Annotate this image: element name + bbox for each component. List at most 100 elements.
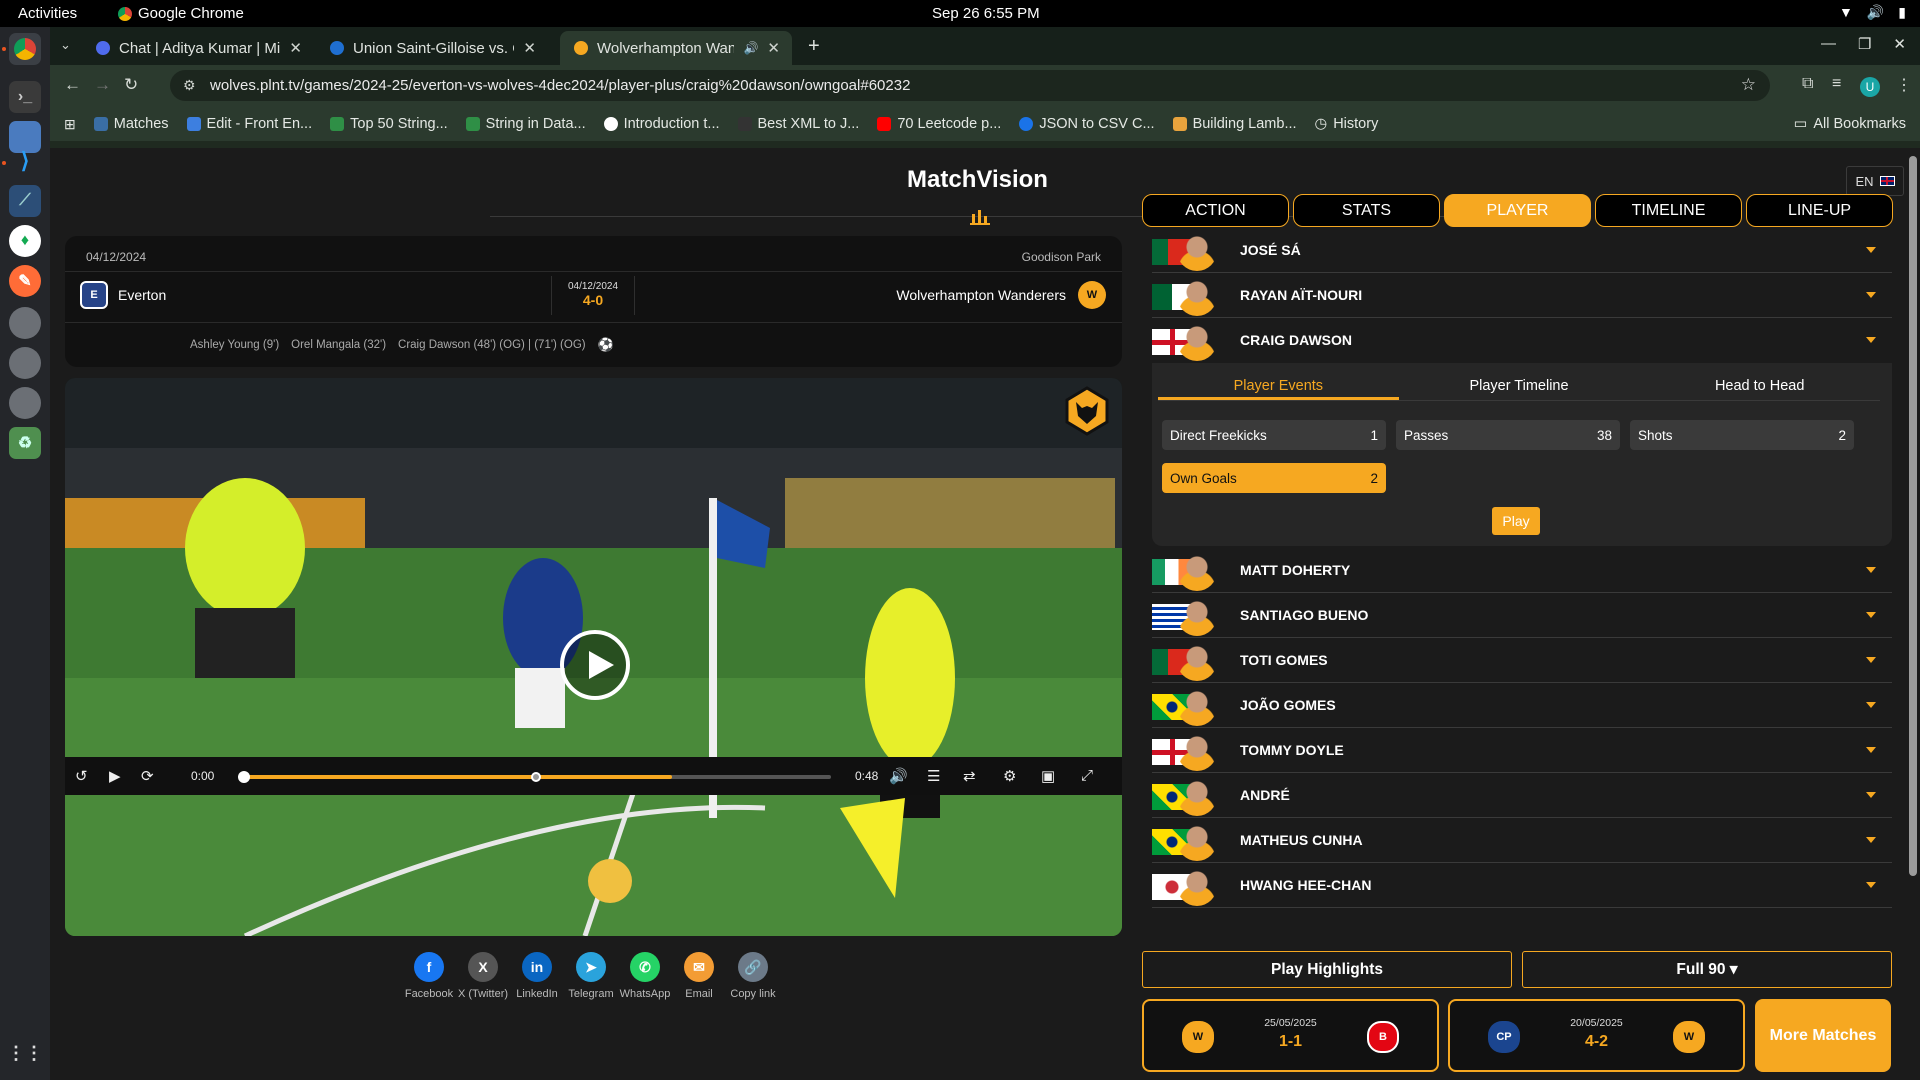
- address-bar[interactable]: ⚙ wolves.plnt.tv/games/2024-25/everton-v…: [170, 70, 1770, 101]
- new-tab-button[interactable]: +: [808, 35, 820, 58]
- stat-shots[interactable]: Shots 2: [1630, 420, 1854, 450]
- browser-tab-active[interactable]: Wolverhampton Wan 🔊 ✕: [560, 31, 792, 65]
- tab-action[interactable]: ACTION: [1142, 194, 1289, 227]
- share-telegram[interactable]: ➤ Telegram: [564, 952, 618, 1000]
- media-icon[interactable]: ≡: [1832, 75, 1841, 93]
- settings-icon[interactable]: ⚙: [1003, 767, 1016, 785]
- player-row[interactable]: ANDRÉ: [1152, 773, 1892, 818]
- player-row[interactable]: JOÃO GOMES: [1152, 683, 1892, 728]
- minimize-icon[interactable]: —: [1821, 35, 1836, 53]
- profile-avatar[interactable]: U: [1860, 77, 1880, 97]
- bookmark-item[interactable]: ◷ History: [1315, 116, 1379, 132]
- tab-stats[interactable]: STATS: [1293, 194, 1440, 227]
- all-bookmarks-button[interactable]: ▭ All Bookmarks: [1794, 116, 1906, 132]
- full-90-dropdown[interactable]: Full 90 ▾: [1522, 951, 1892, 988]
- bookmark-item[interactable]: Edit - Front En...: [186, 116, 312, 132]
- expand-caret-icon[interactable]: [1866, 247, 1876, 253]
- player-row[interactable]: HWANG HEE-CHAN: [1152, 863, 1892, 908]
- play-overlay-button[interactable]: [560, 630, 630, 700]
- menu-icon[interactable]: ⋮: [1896, 75, 1912, 95]
- expand-caret-icon[interactable]: [1866, 702, 1876, 708]
- switch-icon[interactable]: ⇄: [963, 767, 976, 785]
- site-info-icon[interactable]: ⚙: [183, 77, 196, 94]
- browser-tab[interactable]: Union Saint-Gilloise vs. C ✕: [316, 31, 548, 65]
- back-icon[interactable]: ←: [64, 75, 81, 95]
- playlist-icon[interactable]: ☰: [927, 767, 940, 785]
- pip-icon[interactable]: ▣: [1041, 767, 1055, 785]
- disk-dock-icon[interactable]: [9, 347, 41, 379]
- share-facebook[interactable]: f Facebook: [402, 952, 456, 1000]
- bookmark-item[interactable]: Best XML to J...: [737, 116, 859, 132]
- vscode-dock-icon[interactable]: ⟩: [9, 145, 41, 177]
- share-whatsapp[interactable]: ✆ WhatsApp: [618, 952, 672, 1000]
- forward-icon[interactable]: →: [94, 75, 111, 95]
- maximize-icon[interactable]: ❐: [1858, 35, 1871, 53]
- app-grid-icon[interactable]: ⋮⋮: [7, 1037, 43, 1069]
- player-row[interactable]: SANTIAGO BUENO: [1152, 593, 1892, 638]
- close-tab-icon[interactable]: ✕: [767, 39, 780, 57]
- bookmark-item[interactable]: Building Lamb...: [1172, 116, 1297, 132]
- extensions-icon[interactable]: ⧉: [1802, 75, 1813, 93]
- activities-button[interactable]: Activities: [18, 5, 77, 22]
- disk-dock-icon[interactable]: [9, 307, 41, 339]
- tab-player[interactable]: PLAYER: [1444, 194, 1591, 227]
- play-events-button[interactable]: Play: [1492, 507, 1540, 535]
- bookmark-star-icon[interactable]: ☆: [1741, 75, 1756, 95]
- language-selector[interactable]: EN: [1846, 166, 1904, 196]
- video-player[interactable]: [65, 378, 1122, 936]
- bookmark-item[interactable]: Matches: [93, 116, 169, 132]
- bookmark-item[interactable]: String in Data...: [465, 116, 586, 132]
- trash-dock-icon[interactable]: ♻: [9, 427, 41, 459]
- stat-direct-freekicks[interactable]: Direct Freekicks 1: [1162, 420, 1386, 450]
- seek-bar[interactable]: [238, 771, 831, 783]
- postman-dock-icon[interactable]: ✎: [9, 265, 41, 297]
- bookmark-item[interactable]: Introduction t...: [603, 116, 720, 132]
- reload-icon[interactable]: ↻: [124, 75, 138, 95]
- replay-10-icon[interactable]: ↺: [75, 767, 88, 785]
- match-card[interactable]: CP 20/05/2025 4-2 W: [1448, 999, 1745, 1072]
- stat-own-goals[interactable]: Own Goals 2: [1162, 463, 1386, 493]
- system-tray[interactable]: ▼ 🔊 ▮: [1839, 4, 1906, 21]
- more-matches-button[interactable]: More Matches: [1755, 999, 1891, 1072]
- fullscreen-icon[interactable]: ⤢: [1081, 767, 1093, 784]
- bookmark-item[interactable]: Top 50 String...: [330, 116, 448, 132]
- volume-icon[interactable]: 🔊: [889, 767, 908, 785]
- play-icon[interactable]: ▶: [109, 767, 121, 785]
- browser-tab[interactable]: Chat | Aditya Kumar | Mi ✕: [82, 31, 314, 65]
- expand-caret-icon[interactable]: [1866, 292, 1876, 298]
- expand-caret-icon[interactable]: [1866, 792, 1876, 798]
- subtab-player-events[interactable]: Player Events: [1158, 371, 1399, 400]
- player-row[interactable]: TOMMY DOYLE: [1152, 728, 1892, 773]
- apps-grid-icon[interactable]: ⊞: [64, 116, 76, 133]
- player-row[interactable]: MATHEUS CUNHA: [1152, 818, 1892, 863]
- expand-caret-icon[interactable]: [1866, 882, 1876, 888]
- expand-caret-icon[interactable]: [1866, 837, 1876, 843]
- player-row-expanded[interactable]: CRAIG DAWSON: [1152, 318, 1892, 363]
- terminal-dock-icon[interactable]: ›_: [9, 81, 41, 113]
- close-window-icon[interactable]: ✕: [1893, 35, 1906, 53]
- tab-search-icon[interactable]: ⌄: [60, 37, 78, 55]
- share-linkedin[interactable]: in LinkedIn: [510, 952, 564, 1000]
- share-email[interactable]: ✉ Email: [672, 952, 726, 1000]
- bookmark-item[interactable]: 70 Leetcode p...: [877, 116, 1001, 132]
- close-tab-icon[interactable]: ✕: [289, 39, 302, 57]
- expand-caret-icon[interactable]: [1866, 747, 1876, 753]
- chrome-dock-icon[interactable]: [9, 33, 41, 65]
- expand-caret-icon[interactable]: [1866, 337, 1876, 343]
- bookmark-item[interactable]: JSON to CSV C...: [1019, 116, 1155, 132]
- expand-caret-icon[interactable]: [1866, 612, 1876, 618]
- loop-icon[interactable]: ⟳: [141, 767, 154, 785]
- speaker-icon[interactable]: 🔊: [743, 41, 758, 55]
- mongodb-dock-icon[interactable]: ♦: [9, 225, 41, 257]
- stat-passes[interactable]: Passes 38: [1396, 420, 1620, 450]
- player-row[interactable]: JOSÉ SÁ: [1152, 228, 1892, 273]
- tab-timeline[interactable]: TIMELINE: [1595, 194, 1742, 227]
- seek-knob[interactable]: [238, 771, 250, 783]
- play-highlights-button[interactable]: Play Highlights: [1142, 951, 1512, 988]
- stats-icon[interactable]: [969, 206, 991, 226]
- page-scrollbar[interactable]: [1909, 156, 1917, 876]
- dbeaver-dock-icon[interactable]: ⟋: [9, 185, 41, 217]
- player-row[interactable]: TOTI GOMES: [1152, 638, 1892, 683]
- player-row[interactable]: MATT DOHERTY: [1152, 548, 1892, 593]
- disk-dock-icon[interactable]: [9, 387, 41, 419]
